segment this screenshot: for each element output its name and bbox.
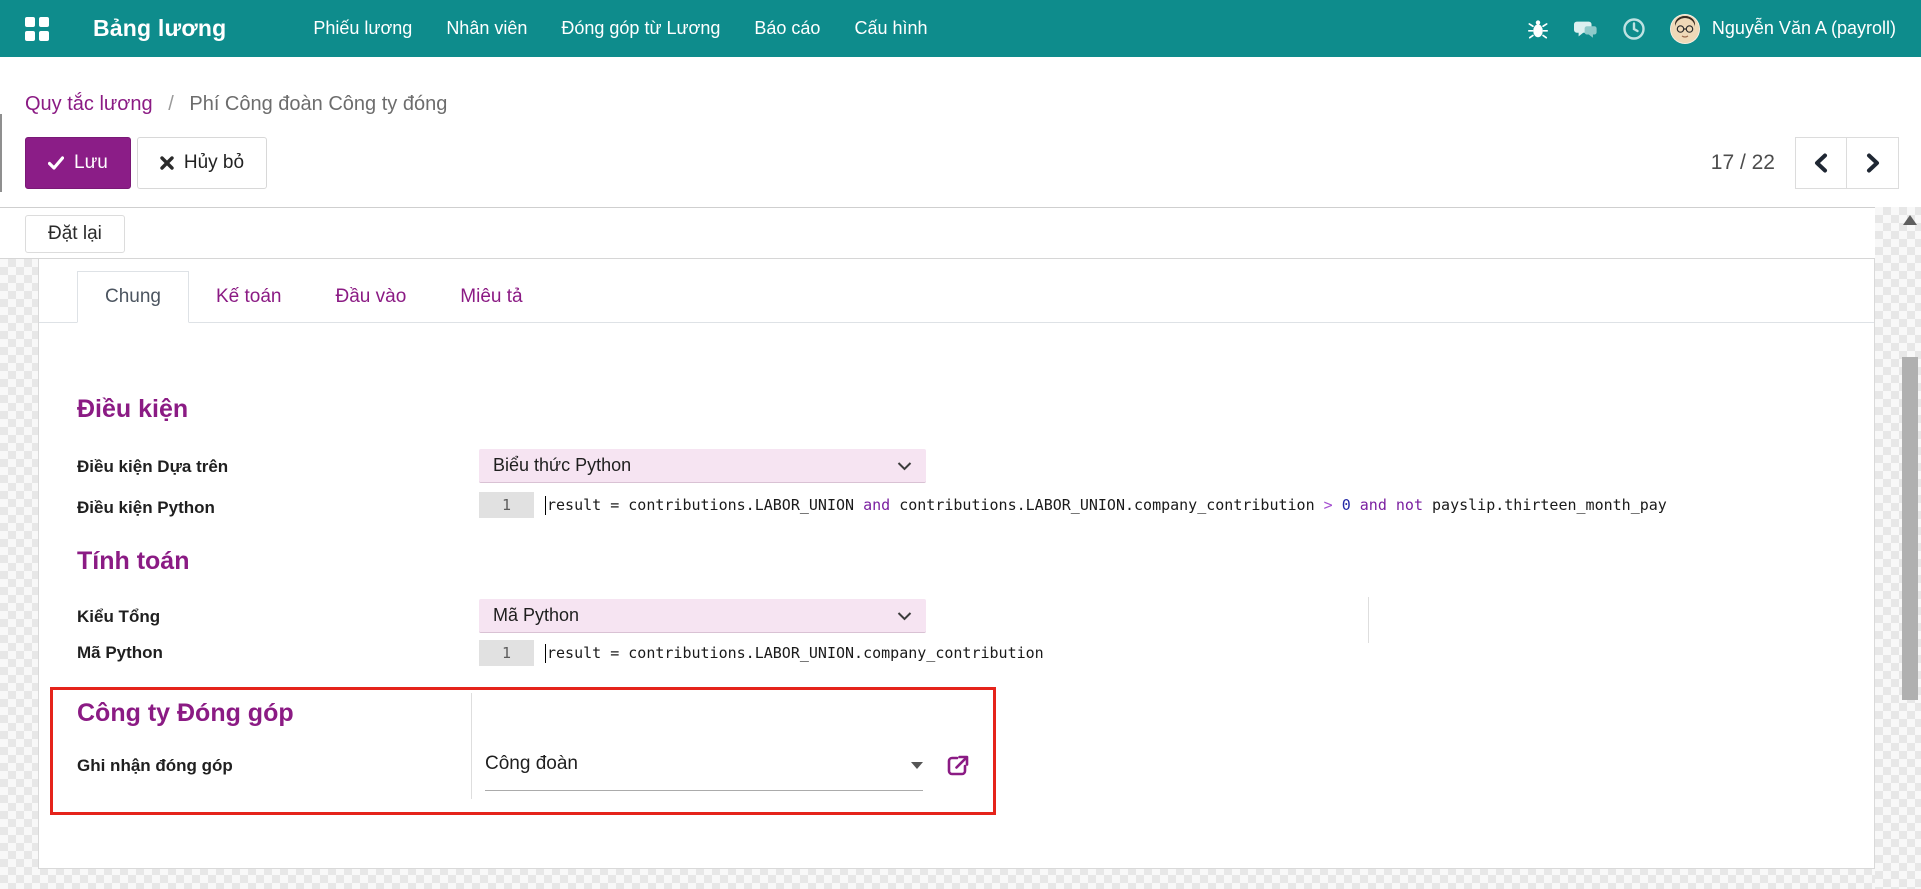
control-panel: Quy tắc lương / Phí Công đoàn Công ty đó… [0, 57, 1921, 207]
python-code: result = contributions.LABOR_UNION.compa… [547, 644, 1044, 662]
menu-item-configuration[interactable]: Cấu hình [854, 18, 927, 39]
scroll-up-arrow-icon[interactable] [1903, 215, 1917, 225]
notebook-tabbar: Chung Kế toán Đầu vào Miêu tả [39, 259, 1874, 323]
chevron-down-icon [897, 611, 912, 621]
close-icon [160, 156, 174, 170]
tab-dau-vao[interactable]: Đầu vào [309, 272, 434, 322]
check-icon [48, 156, 64, 170]
content-background: Chung Kế toán Đầu vào Miêu tả Điều kiện … [0, 259, 1875, 889]
breadcrumb: Quy tắc lương / Phí Công đoàn Công ty đó… [25, 93, 447, 116]
save-button[interactable]: Lưu [25, 137, 131, 189]
menu-item-reports[interactable]: Báo cáo [754, 18, 820, 39]
app-window: Bảng lương Phiếu lương Nhân viên Đóng gó… [0, 0, 1921, 889]
form-toolbar: Đặt lại [0, 208, 1875, 259]
app-title[interactable]: Bảng lương [93, 15, 226, 42]
label-condition-python: Điều kiện Python [77, 498, 215, 518]
section-title-condition: Điều kiện [77, 395, 188, 424]
external-link-icon[interactable] [944, 752, 972, 780]
discard-label: Hủy bỏ [184, 152, 244, 174]
action-buttons: Lưu Hủy bỏ [25, 137, 267, 189]
breadcrumb-parent-link[interactable]: Quy tắc lương [25, 93, 153, 115]
amount-type-value: Mã Python [493, 605, 579, 626]
pager-count: 17 / 22 [1711, 151, 1775, 175]
user-menu[interactable]: Nguyễn Văn A (payroll) [1712, 18, 1896, 39]
label-python-code: Mã Python [77, 643, 163, 663]
user-avatar[interactable] [1670, 14, 1700, 44]
reset-button[interactable]: Đặt lại [25, 215, 125, 253]
condition-python-code: result = contributions.LABOR_UNION and c… [547, 496, 1667, 514]
chevron-right-icon [1865, 153, 1881, 173]
breadcrumb-separator: / [168, 93, 174, 115]
label-contribution-register: Ghi nhận đóng góp [77, 756, 233, 776]
navbar-right: Nguyễn Văn A (payroll) [1526, 14, 1896, 44]
code-line-number: 1 [479, 492, 534, 518]
code-line-number: 1 [479, 640, 534, 666]
tab-mieu-ta[interactable]: Miêu tả [433, 272, 549, 322]
discard-button[interactable]: Hủy bỏ [137, 137, 267, 189]
label-amount-type: Kiểu Tổng [77, 607, 160, 627]
window-edge [0, 114, 2, 192]
apps-menu-icon[interactable] [25, 17, 49, 41]
code-cursor [545, 496, 546, 515]
group-divider [1368, 597, 1369, 643]
menu-item-employees[interactable]: Nhân viên [446, 18, 527, 39]
pager-previous-button[interactable] [1795, 137, 1847, 189]
menu-item-contributions[interactable]: Đóng góp từ Lương [561, 18, 720, 39]
scrollbar-track [1875, 207, 1921, 889]
scrollbar-thumb[interactable] [1902, 357, 1918, 700]
debug-bug-icon[interactable] [1526, 17, 1550, 41]
menu-item-payslips[interactable]: Phiếu lương [313, 18, 412, 39]
group-divider [471, 693, 472, 799]
python-code-editor[interactable]: 1 result = contributions.LABOR_UNION.com… [479, 638, 1044, 668]
condition-based-on-value: Biểu thức Python [493, 455, 631, 476]
condition-based-on-select[interactable]: Biểu thức Python [479, 449, 926, 483]
main-menu: Phiếu lương Nhân viên Đóng góp từ Lương … [313, 18, 927, 39]
pager-next-button[interactable] [1847, 137, 1899, 189]
record-pager: 17 / 22 [1711, 137, 1899, 189]
label-condition-based-on: Điều kiện Dựa trên [77, 457, 228, 477]
contribution-register-dropdown[interactable]: Công đoàn [485, 751, 923, 791]
code-cursor [545, 644, 546, 663]
messages-chat-icon[interactable] [1574, 17, 1598, 41]
section-title-computation: Tính toán [77, 547, 189, 576]
form-sheet: Chung Kế toán Đầu vào Miêu tả Điều kiện … [38, 259, 1875, 869]
breadcrumb-current: Phí Công đoàn Công ty đóng [189, 93, 447, 115]
tab-chung[interactable]: Chung [77, 271, 189, 323]
amount-type-select[interactable]: Mã Python [479, 599, 926, 633]
contribution-register-value: Công đoàn [485, 751, 578, 775]
dropdown-caret-icon [911, 762, 923, 769]
chevron-left-icon [1813, 153, 1829, 173]
activities-clock-icon[interactable] [1622, 17, 1646, 41]
section-title-company-contribution: Công ty Đóng góp [77, 699, 294, 728]
chevron-down-icon [897, 461, 912, 471]
tab-ke-toan[interactable]: Kế toán [189, 272, 309, 322]
condition-python-code-editor[interactable]: 1 result = contributions.LABOR_UNION and… [479, 490, 1667, 520]
save-label: Lưu [74, 152, 108, 174]
top-navbar: Bảng lương Phiếu lương Nhân viên Đóng gó… [0, 0, 1921, 57]
